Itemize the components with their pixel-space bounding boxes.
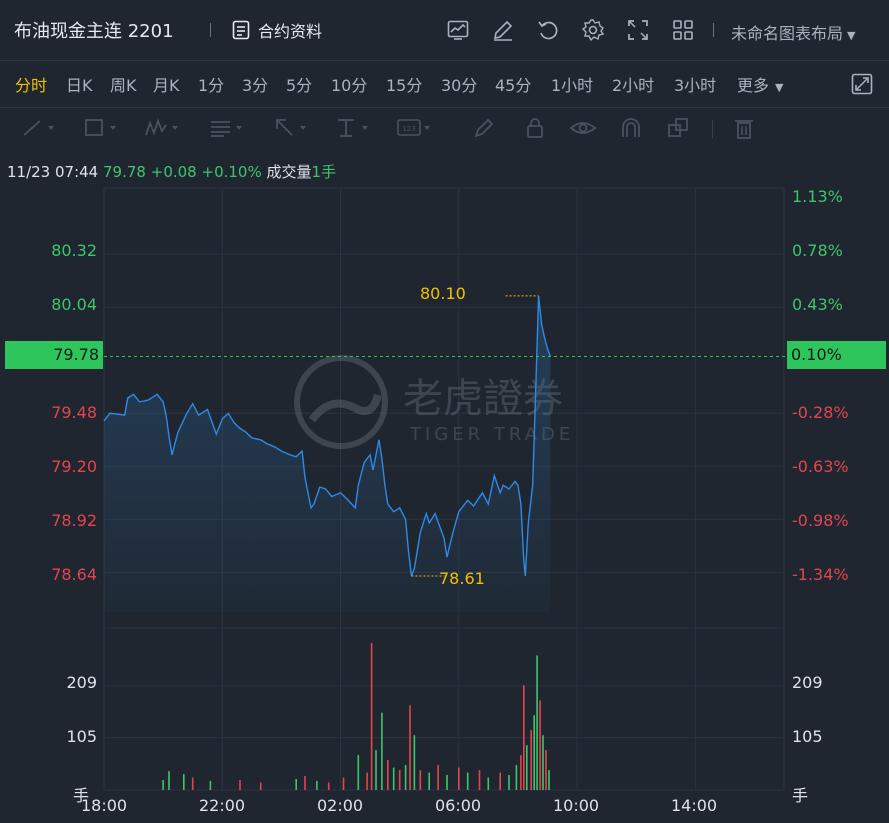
pct-axis-label: -1.34%	[792, 565, 849, 584]
volume-bar	[392, 767, 395, 790]
volume-bar	[342, 777, 345, 790]
volume-bar	[542, 735, 544, 790]
price-axis-label: 79.20	[51, 457, 97, 476]
volume-bar	[413, 735, 416, 790]
volume-bar	[539, 700, 541, 790]
volume-bar	[183, 774, 185, 790]
pct-axis-label: 1.13%	[792, 187, 843, 206]
time-axis-label: 10:00	[553, 796, 600, 815]
volume-bar	[327, 782, 330, 790]
volume-bar	[398, 770, 401, 790]
volume-bar	[366, 772, 368, 790]
volume-bar	[548, 770, 550, 790]
time-axis-label: 22:00	[199, 796, 246, 815]
pct-axis-label: -0.98%	[792, 511, 849, 530]
volume-bar	[370, 643, 373, 790]
volume-bar	[357, 755, 360, 790]
volume-bar	[526, 745, 528, 790]
volume-bar	[499, 772, 501, 790]
volume-bar	[487, 777, 490, 790]
volume-bar	[304, 776, 306, 790]
time-axis-label: 06:00	[435, 796, 482, 815]
intraday-chart[interactable]: 老虎證券 TIGER TRADE	[0, 0, 889, 823]
volume-bar	[530, 730, 532, 790]
volume-bar	[466, 772, 469, 790]
volume-bar	[515, 765, 518, 790]
volume-bar	[533, 715, 535, 790]
price-axis-label: 80.04	[51, 295, 97, 314]
volume-bar	[458, 767, 460, 790]
time-axis-label: 14:00	[671, 796, 718, 815]
volume-bar	[168, 771, 170, 790]
volume-axis-label: 105	[792, 727, 823, 746]
volume-bar	[239, 780, 241, 790]
current-price-tag: 79.78	[5, 341, 103, 369]
volume-bar	[404, 765, 407, 790]
pct-axis-label: -0.63%	[792, 457, 849, 476]
pct-axis-label: -0.28%	[792, 403, 849, 422]
volume-unit-label: 手	[792, 786, 809, 805]
high-price-label: 80.10	[420, 284, 466, 303]
price-axis-label: 78.64	[51, 565, 97, 584]
price-axis-label: 78.92	[51, 511, 97, 530]
price-axis-label: 80.32	[51, 241, 97, 260]
low-price-label: 78.61	[439, 569, 485, 588]
volume-bar	[316, 781, 318, 790]
volume-bar	[446, 775, 448, 790]
volume-bar	[536, 655, 538, 790]
volume-bar	[381, 712, 383, 790]
watermark: 老虎證券 TIGER TRADE	[294, 355, 570, 449]
price-axis-label: 79.48	[51, 403, 97, 422]
pct-axis-label: 0.43%	[792, 295, 843, 314]
volume-bar	[409, 705, 411, 790]
volume-bar	[209, 781, 212, 790]
volume-bar	[259, 782, 262, 790]
volume-bar	[478, 770, 481, 790]
volume-bar	[387, 760, 389, 790]
volume-bar	[437, 765, 439, 790]
volume-bar	[162, 780, 164, 790]
volume-bar	[428, 772, 430, 790]
price-area	[104, 295, 551, 612]
volume-axis-label: 209	[66, 673, 97, 692]
time-axis-label: 02:00	[317, 796, 364, 815]
current-pct-tag: 0.10%	[787, 341, 886, 369]
volume-bar	[508, 775, 510, 790]
volume-bar	[191, 777, 194, 790]
volume-bar	[545, 750, 547, 790]
volume-axis-label: 105	[66, 727, 97, 746]
pct-axis-label: 0.78%	[792, 241, 843, 260]
volume-bar	[520, 755, 522, 790]
volume-bar	[419, 770, 422, 790]
volume-axis-label: 209	[792, 673, 823, 692]
volume-bars	[162, 643, 550, 790]
time-axis-label: 18:00	[81, 796, 128, 815]
volume-bar	[295, 779, 297, 790]
volume-bar	[523, 685, 525, 790]
volume-bar	[375, 750, 377, 790]
